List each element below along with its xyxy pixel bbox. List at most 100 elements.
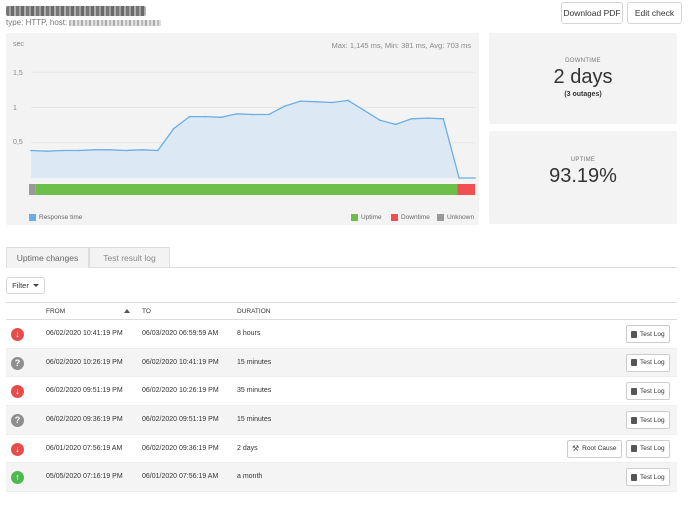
legend-label: Unknown xyxy=(447,214,475,221)
legend-swatch xyxy=(351,214,358,221)
to-cell: 06/02/2020 10:26:19 PM xyxy=(142,387,219,395)
response-point xyxy=(347,99,349,102)
to-cell: 06/02/2020 09:51:19 PM xyxy=(142,416,219,424)
document-icon xyxy=(631,359,637,367)
test-log-button[interactable]: Test Log xyxy=(626,468,670,487)
subtitle-text: type: HTTP, host: xyxy=(6,18,68,27)
downtime-card: DOWNTIME 2 days (3 outages) xyxy=(489,33,677,124)
uptime-card: UPTIME 93.19% xyxy=(489,131,677,224)
downtime-label: DOWNTIME xyxy=(565,58,601,64)
test-log-button[interactable]: Test Log xyxy=(626,382,670,401)
response-time-chart: Max: 1,145 ms, Min: 381 ms, Avg: 703 ms … xyxy=(6,33,479,225)
col-to[interactable]: TO xyxy=(142,308,151,315)
response-point xyxy=(93,149,96,151)
from-cell: 06/02/2020 10:41:19 PM xyxy=(46,330,123,337)
col-from[interactable]: FROM xyxy=(46,308,65,315)
wrench-icon: ⚒ xyxy=(572,443,580,453)
response-point xyxy=(172,127,175,130)
response-point xyxy=(157,149,159,152)
table-row: ↑ 05/05/2020 07:16:19 PM 06/01/2020 07:56:… xyxy=(6,463,677,493)
arrow-down-icon: ↓ xyxy=(11,385,24,399)
from-cell: 06/01/2020 07:56:19 AM xyxy=(46,444,123,452)
tab-uptime-changes[interactable]: Uptime changes xyxy=(6,247,89,268)
legend-uptime: Uptime xyxy=(351,214,382,221)
test-log-label: Test Log xyxy=(640,387,665,395)
response-point xyxy=(363,109,365,112)
question-icon: ? xyxy=(11,356,24,370)
arrow-down-icon: ↓ xyxy=(11,328,24,341)
document-icon xyxy=(631,387,637,395)
to-cell: 06/02/2020 09:36:19 PM xyxy=(142,444,219,452)
legend-response-time: Response time xyxy=(29,214,82,221)
response-point xyxy=(474,177,476,179)
legend-label: Downtime xyxy=(401,214,430,221)
host-redacted xyxy=(69,19,162,26)
response-point xyxy=(109,149,112,151)
tab-test-result-log[interactable]: Test result log xyxy=(89,247,170,268)
legend-label: Response time xyxy=(39,214,83,221)
response-point xyxy=(458,177,460,179)
response-point xyxy=(426,117,429,119)
tab-bar: Uptime changes Test result log xyxy=(6,247,677,268)
response-point xyxy=(30,149,32,152)
arrow-down-icon: ↓ xyxy=(11,442,24,456)
arrow-up-icon: ↑ xyxy=(11,471,24,485)
status-bar-unknown[interactable] xyxy=(29,184,36,195)
legend-downtime: Downtime xyxy=(391,214,430,221)
response-point xyxy=(299,100,302,102)
legend-swatch xyxy=(391,214,398,221)
root-cause-button[interactable]: ⚒ Root Cause xyxy=(567,439,622,458)
to-cell: 06/01/2020 07:56:19 AM xyxy=(142,473,219,481)
response-point xyxy=(410,118,413,120)
downtime-value: 2 days xyxy=(553,66,613,88)
response-point xyxy=(236,113,238,115)
test-log-label: Test Log xyxy=(640,473,665,481)
response-point xyxy=(268,113,270,116)
duration-cell: 35 minutes xyxy=(237,387,272,395)
response-point xyxy=(442,118,445,120)
status-bar-uptime[interactable] xyxy=(35,184,458,195)
test-log-button[interactable]: Test Log xyxy=(626,411,670,430)
table-row: ? 06/02/2020 10:26:19 PM 06/02/2020 10:41:… xyxy=(6,348,677,378)
sort-asc-icon xyxy=(124,309,130,313)
from-cell: 06/02/2020 10:26:19 PM xyxy=(46,358,123,366)
to-cell: 06/02/2020 10:41:19 PM xyxy=(142,358,219,366)
response-point xyxy=(61,149,64,152)
test-log-label: Test Log xyxy=(640,359,665,367)
chart-canvas xyxy=(29,71,476,195)
status-bar-downtime[interactable] xyxy=(457,184,475,195)
response-point xyxy=(77,149,80,152)
response-point xyxy=(204,115,207,118)
legend-swatch xyxy=(437,214,444,221)
legend-swatch xyxy=(29,214,36,221)
response-point xyxy=(315,101,318,103)
download-pdf-button[interactable]: Download PDF xyxy=(561,2,623,24)
document-icon xyxy=(631,416,637,424)
y-unit-label: sec xyxy=(13,41,24,48)
response-point xyxy=(379,119,381,121)
filter-dropdown[interactable]: Filter xyxy=(6,277,45,294)
check-title xyxy=(6,3,151,16)
document-icon xyxy=(631,445,637,453)
response-point xyxy=(125,149,127,152)
duration-cell: 15 minutes xyxy=(237,358,272,366)
uptime-label: UPTIME xyxy=(570,157,596,163)
test-log-button[interactable]: Test Log xyxy=(626,439,670,458)
test-log-button[interactable]: Test Log xyxy=(626,325,670,343)
question-icon: ? xyxy=(11,414,24,428)
document-icon xyxy=(631,473,637,481)
duration-cell: 15 minutes xyxy=(237,416,272,424)
test-log-button[interactable]: Test Log xyxy=(626,353,670,372)
chart-stats: Max: 1,145 ms, Min: 381 ms, Avg: 703 ms xyxy=(331,41,471,50)
response-point xyxy=(252,113,254,116)
response-point xyxy=(141,149,143,151)
y-tick-label: 1,5 xyxy=(13,70,23,77)
document-icon xyxy=(631,330,637,338)
duration-cell: 2 days xyxy=(237,444,258,452)
from-cell: 05/05/2020 07:16:19 PM xyxy=(46,473,123,481)
table-row: ↓ 06/01/2020 07:56:19 AM 06/02/2020 09:36:… xyxy=(6,435,677,464)
response-area xyxy=(31,100,475,178)
test-log-label: Test Log xyxy=(640,330,665,338)
col-duration[interactable]: DURATION xyxy=(237,308,270,315)
edit-check-button[interactable]: Edit check xyxy=(627,2,682,24)
